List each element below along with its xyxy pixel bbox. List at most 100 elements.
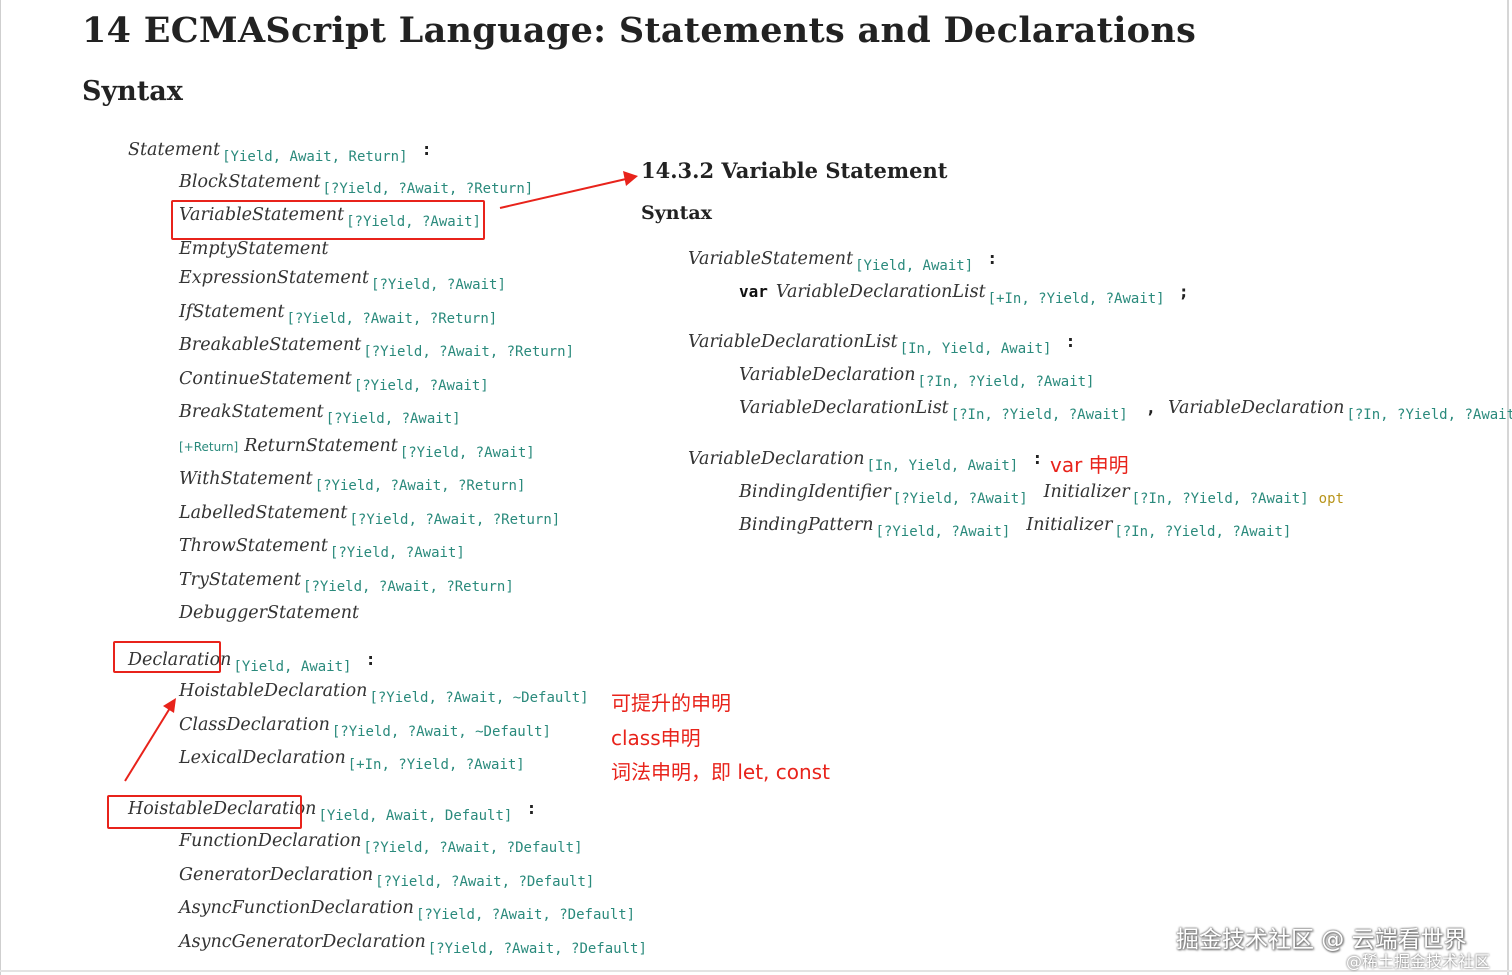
nonterminal[interactable]: EmptyStatement bbox=[179, 239, 329, 259]
variable-statement-rhs: var VariableDeclarationList [+In, ?Yield, … bbox=[739, 282, 1189, 307]
nonterminal[interactable]: BindingIdentifier bbox=[739, 482, 891, 502]
var-decl-head: VariableDeclaration [In, Yield, Await]: bbox=[688, 449, 1042, 474]
nonterminal[interactable]: VariableDeclaration bbox=[739, 365, 915, 385]
semicolon-terminal: ; bbox=[1178, 282, 1189, 302]
nonterminal[interactable]: TryStatement bbox=[179, 570, 301, 590]
grammar-params: [?Yield, ?Await, ?Return] bbox=[349, 512, 561, 528]
nonterminal[interactable]: GeneratorDeclaration bbox=[179, 865, 373, 885]
hoistable-alt: AsyncGeneratorDeclaration [?Yield, ?Await… bbox=[179, 932, 647, 957]
nonterminal[interactable]: AsyncGeneratorDeclaration bbox=[179, 932, 426, 952]
grammar-params: [Yield, Await, Default] bbox=[318, 808, 513, 824]
grammar-params: [Yield, Await] bbox=[233, 659, 352, 675]
declaration-alt: ClassDeclaration [?Yield, ?Await, ~Defaul… bbox=[179, 715, 551, 740]
nonterminal[interactable]: LexicalDeclaration bbox=[179, 748, 346, 768]
grammar-params: [?Yield, ?Await] bbox=[399, 445, 535, 461]
highlight-box-hoistable bbox=[107, 795, 302, 829]
declaration-alt: LexicalDeclaration [+In, ?Yield, ?Await] bbox=[179, 748, 525, 773]
grammar-params: [?Yield, ?Await] bbox=[892, 491, 1028, 507]
nonterminal[interactable]: BreakableStatement bbox=[179, 335, 361, 355]
comma-terminal: , bbox=[1145, 398, 1156, 418]
grammar-params: [Yield, Await, Return] bbox=[222, 149, 408, 165]
nonterminal[interactable]: Initializer bbox=[1044, 482, 1130, 502]
nonterminal[interactable]: ClassDeclaration bbox=[179, 715, 330, 735]
section-title: 14.3.2 Variable Statement bbox=[641, 158, 948, 183]
nonterminal[interactable]: WithStatement bbox=[179, 469, 313, 489]
production-colon: : bbox=[987, 249, 998, 269]
nonterminal[interactable]: ReturnStatement bbox=[244, 436, 398, 456]
grammar-params: [?Yield, ?Await, ?Default] bbox=[363, 840, 583, 856]
statement-alt: LabelledStatement [?Yield, ?Await, ?Retur… bbox=[179, 503, 560, 528]
scrollbar-track[interactable] bbox=[1507, 0, 1509, 975]
nonterminal[interactable]: VariableDeclarationList bbox=[739, 398, 949, 418]
frame-bottom-border bbox=[0, 970, 1512, 972]
nonterminal[interactable]: VariableStatement bbox=[688, 249, 853, 269]
grammar-params: [?Yield, ?Await, ?Default] bbox=[375, 874, 595, 890]
nonterminal[interactable]: HoistableDeclaration bbox=[179, 681, 367, 701]
grammar-params: [+In, ?Yield, ?Await] bbox=[987, 291, 1165, 307]
grammar-params: [+In, ?Yield, ?Await] bbox=[347, 757, 525, 773]
grammar-params: [?Yield, ?Await, ?Return] bbox=[286, 311, 498, 327]
nonterminal[interactable]: FunctionDeclaration bbox=[179, 831, 361, 851]
grammar-params: [In, Yield, Await] bbox=[866, 458, 1019, 474]
grammar-params: [?In, ?Yield, ?Await] bbox=[1346, 407, 1512, 423]
frame-left-border bbox=[0, 0, 1, 975]
grammar-params: [?Yield, ?Await, ?Return] bbox=[314, 478, 526, 494]
nonterminal[interactable]: VariableDeclarationList bbox=[776, 282, 986, 302]
page-title: 14 ECMAScript Language: Statements and D… bbox=[82, 10, 1197, 51]
nonterminal[interactable]: VariableDeclarationList bbox=[688, 332, 898, 352]
nonterminal[interactable]: AsyncFunctionDeclaration bbox=[179, 898, 414, 918]
nonterminal[interactable]: ContinueStatement bbox=[179, 369, 352, 389]
annotation-class-decl: class申明 bbox=[611, 726, 701, 750]
production-colon: : bbox=[365, 650, 376, 670]
statement-alt: BreakStatement [?Yield, ?Await] bbox=[179, 402, 461, 427]
var-decl-list-head: VariableDeclarationList [In, Yield, Await… bbox=[688, 332, 1076, 357]
grammar-params: [?Yield, ?Await, ?Return] bbox=[322, 181, 534, 197]
grammar-params: [?Yield, ?Await, ?Return] bbox=[363, 344, 575, 360]
nonterminal[interactable]: ExpressionStatement bbox=[179, 268, 369, 288]
grammar-params: [?In, ?Yield, ?Await] bbox=[917, 374, 1095, 390]
production-colon: : bbox=[526, 799, 537, 819]
nonterminal[interactable]: BindingPattern bbox=[739, 515, 873, 535]
watermark-sub: @稀土掘金技术社区 bbox=[1346, 952, 1491, 971]
var-decl-alt: BindingIdentifier [?Yield, ?Await] Initial… bbox=[739, 482, 1344, 507]
grammar-params: [?Yield, ?Await] bbox=[875, 524, 1011, 540]
nonterminal[interactable]: VariableDeclaration bbox=[1168, 398, 1344, 418]
statement-alt: [+Return] ReturnStatement [?Yield, ?Await] bbox=[179, 436, 535, 461]
grammar-params: [Yield, Await] bbox=[855, 258, 974, 274]
nonterminal[interactable]: LabelledStatement bbox=[179, 503, 347, 523]
nonterminal[interactable]: BlockStatement bbox=[179, 172, 321, 192]
nonterminal[interactable]: Statement bbox=[128, 140, 220, 160]
statement-alt: EmptyStatement bbox=[179, 239, 329, 259]
nonterminal[interactable]: ThrowStatement bbox=[179, 536, 328, 556]
nonterminal[interactable]: DebuggerStatement bbox=[179, 603, 359, 623]
statement-alt: TryStatement [?Yield, ?Await, ?Return] bbox=[179, 570, 514, 595]
nonterminal[interactable]: Initializer bbox=[1026, 515, 1112, 535]
nonterminal[interactable]: IfStatement bbox=[179, 302, 285, 322]
grammar-params: [?Yield, ?Await, ~Default] bbox=[369, 690, 589, 706]
return-param-prefix: [+Return] bbox=[179, 440, 239, 454]
hoistable-alt: AsyncFunctionDeclaration [?Yield, ?Await,… bbox=[179, 898, 635, 923]
var-keyword: var bbox=[739, 282, 768, 301]
grammar-params: [?Yield, ?Await] bbox=[329, 545, 465, 561]
grammar-params: [?Yield, ?Await, ?Default] bbox=[415, 907, 636, 923]
production-colon: : bbox=[421, 140, 432, 160]
declaration-alt: HoistableDeclaration [?Yield, ?Await, ~De… bbox=[179, 681, 589, 706]
annotation-lexical: 词法申明，即 let, const bbox=[611, 760, 830, 784]
grammar-params: [?In, ?Yield, ?Await] bbox=[950, 407, 1128, 423]
grammar-params: [?Yield, ?Await, ?Default] bbox=[427, 941, 647, 957]
nonterminal[interactable]: BreakStatement bbox=[179, 402, 324, 422]
grammar-params: [?Yield, ?Await, ?Return] bbox=[303, 579, 514, 595]
statement-alt: ThrowStatement [?Yield, ?Await] bbox=[179, 536, 465, 561]
statement-alt: DebuggerStatement bbox=[179, 603, 359, 623]
nonterminal[interactable]: VariableDeclaration bbox=[688, 449, 864, 469]
var-decl-list-alt: VariableDeclaration [?In, ?Yield, ?Await] bbox=[739, 365, 1095, 390]
section-syntax-heading: Syntax bbox=[641, 202, 712, 224]
grammar-params: [?In, ?Yield, ?Await] bbox=[1114, 524, 1292, 540]
grammar-params: [?Yield, ?Await] bbox=[371, 277, 506, 293]
production-colon: : bbox=[1065, 332, 1076, 352]
grammar-params: [?Yield, ?Await] bbox=[353, 378, 489, 394]
variable-statement-head: VariableStatement [Yield, Await]: bbox=[688, 249, 998, 274]
grammar-params: [?Yield, ?Await] bbox=[325, 411, 461, 427]
highlight-box-declaration bbox=[113, 641, 221, 673]
grammar-params: [?In, ?Yield, ?Await] bbox=[1131, 491, 1309, 507]
